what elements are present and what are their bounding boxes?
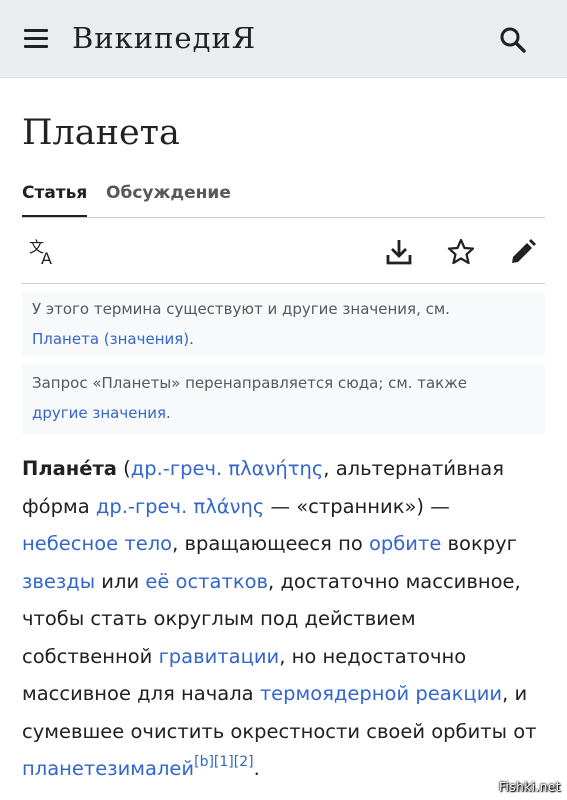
hatnote-redirect: Запрос «Планеты» перенаправляется сюда; … bbox=[22, 364, 545, 434]
reference-superscripts: [b][1][2] bbox=[194, 754, 254, 770]
link-gravitation[interactable]: гравитации bbox=[159, 645, 280, 668]
top-header: ВикипедиЯ bbox=[0, 0, 567, 78]
hamburger-menu-icon[interactable] bbox=[22, 26, 50, 52]
link-celestial-body[interactable]: небесное тело bbox=[22, 532, 172, 555]
page-title: Планета bbox=[22, 113, 180, 153]
tab-talk[interactable]: Обсуждение bbox=[106, 180, 231, 206]
link-thermonuclear-reaction[interactable]: термоядерной реакции bbox=[260, 682, 502, 705]
hatnote-text: У этого термина существуют и другие знач… bbox=[32, 300, 450, 318]
link-stellar-remnants[interactable]: её остатков bbox=[145, 570, 268, 593]
link-planetesimals[interactable]: планетезималей bbox=[22, 757, 194, 780]
article-lead-paragraph: Плане́та (др.-греч. πλανήτης, альтернати… bbox=[22, 457, 537, 780]
link-ancient-greek-1[interactable]: др.-греч. πλανήτης bbox=[131, 457, 324, 480]
reference-b[interactable]: [b] bbox=[194, 754, 214, 770]
watermark: Fishki.net bbox=[498, 780, 561, 794]
page-tabs: Статья Обсуждение bbox=[22, 180, 545, 218]
reference-2[interactable]: [2] bbox=[234, 754, 254, 770]
edit-pencil-icon[interactable] bbox=[508, 237, 538, 267]
link-orbit[interactable]: орбите bbox=[369, 532, 441, 555]
translate-icon[interactable]: 文 A bbox=[28, 237, 58, 268]
link-star[interactable]: звезды bbox=[22, 570, 95, 593]
star-icon[interactable] bbox=[446, 237, 476, 267]
tab-article[interactable]: Статья bbox=[22, 180, 88, 217]
wikipedia-wordmark[interactable]: ВикипедиЯ bbox=[72, 18, 256, 58]
lead-term: Плане́та bbox=[22, 457, 117, 480]
hatnote-link-other-meanings[interactable]: другие значения bbox=[32, 404, 166, 422]
link-ancient-greek-2[interactable]: др.-греч. πλάνης bbox=[96, 495, 264, 518]
hatnote-disambiguation: У этого термина существуют и другие знач… bbox=[22, 292, 545, 356]
download-icon[interactable] bbox=[384, 237, 414, 267]
hatnote-text: Запрос «Планеты» перенаправляется сюда; … bbox=[32, 374, 467, 392]
search-icon[interactable] bbox=[498, 25, 528, 55]
page-actions-toolbar: 文 A bbox=[22, 222, 545, 284]
reference-1[interactable]: [1] bbox=[214, 754, 234, 770]
svg-text:A: A bbox=[41, 249, 52, 267]
hatnote-link-disambiguation[interactable]: Планета (значения) bbox=[32, 330, 189, 348]
